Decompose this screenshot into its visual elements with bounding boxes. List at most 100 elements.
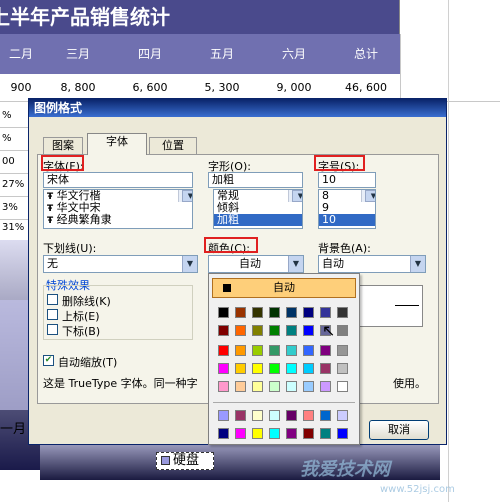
color-swatch[interactable]	[303, 307, 314, 318]
style-list[interactable]: 常规 倾斜 加粗 ▲▼	[213, 189, 303, 229]
color-swatch[interactable]	[320, 428, 331, 439]
chevron-down-icon[interactable]: ▼	[182, 256, 197, 272]
autoscale-label: 自动缩放(T)	[58, 356, 118, 369]
color-swatch[interactable]	[303, 410, 314, 421]
tab-patterns[interactable]: 图案	[43, 137, 83, 155]
color-swatch[interactable]	[269, 325, 280, 336]
auto-color-button[interactable]: 自动	[212, 278, 356, 298]
color-select[interactable]: 自动 ▼	[208, 255, 304, 273]
color-swatch[interactable]	[320, 410, 331, 421]
color-swatch[interactable]	[286, 307, 297, 318]
auto-color-swatch	[223, 284, 231, 292]
color-swatch[interactable]	[218, 381, 229, 392]
font-list-scrollbar[interactable]: ▲▼	[178, 190, 192, 202]
color-swatch[interactable]	[337, 325, 348, 336]
color-swatch[interactable]	[252, 410, 263, 421]
color-swatch[interactable]	[218, 325, 229, 336]
underline-select[interactable]: 无 ▼	[43, 255, 198, 273]
color-swatch[interactable]	[337, 363, 348, 374]
color-swatch[interactable]	[235, 428, 246, 439]
cancel-button[interactable]: 取消	[369, 420, 429, 440]
color-swatch[interactable]	[286, 345, 297, 356]
color-swatch[interactable]	[337, 428, 348, 439]
tab-placement[interactable]: 位置	[149, 137, 197, 155]
bg-color-select[interactable]: 自动 ▼	[318, 255, 426, 273]
size-input[interactable]: 10	[318, 172, 376, 188]
color-swatch[interactable]	[320, 345, 331, 356]
font-input[interactable]: 宋体	[43, 172, 193, 188]
color-swatch[interactable]	[235, 307, 246, 318]
color-swatch[interactable]	[303, 345, 314, 356]
color-swatch[interactable]	[218, 345, 229, 356]
subscript-checkbox[interactable]	[47, 324, 58, 335]
color-swatch[interactable]	[337, 307, 348, 318]
highlight-box	[41, 155, 84, 171]
color-swatch[interactable]	[252, 381, 263, 392]
chart-legend[interactable]: 硬盘	[156, 452, 214, 470]
grid-spacer	[0, 0, 1, 1]
color-swatch[interactable]	[252, 307, 263, 318]
color-swatch[interactable]	[218, 428, 229, 439]
watermark: 我爱技术网	[300, 459, 390, 480]
color-swatch[interactable]	[303, 428, 314, 439]
color-swatch[interactable]	[252, 428, 263, 439]
color-swatch[interactable]	[252, 325, 263, 336]
strikethrough-checkbox[interactable]	[47, 294, 58, 305]
scroll-down-icon[interactable]: ▼	[182, 190, 192, 202]
color-swatch[interactable]	[286, 325, 297, 336]
color-swatch[interactable]	[303, 363, 314, 374]
legend-label: 硬盘	[173, 453, 200, 468]
tab-font[interactable]: 字体	[87, 133, 147, 155]
color-swatch[interactable]	[303, 381, 314, 392]
scroll-down-icon[interactable]: ▼	[365, 190, 375, 202]
style-input[interactable]: 加粗	[208, 172, 303, 188]
color-swatch[interactable]	[269, 363, 280, 374]
size-list-scrollbar[interactable]: ▲▼	[361, 190, 375, 202]
strikethrough-label: 删除线(K)	[62, 295, 111, 308]
header-cell-jun: 六月	[281, 47, 306, 61]
color-swatch[interactable]	[269, 381, 280, 392]
color-swatch[interactable]	[337, 410, 348, 421]
color-swatch[interactable]	[235, 381, 246, 392]
color-swatch[interactable]	[269, 345, 280, 356]
color-swatch[interactable]	[235, 363, 246, 374]
size-list-item-selected[interactable]: 10	[319, 214, 375, 226]
color-swatch[interactable]	[252, 345, 263, 356]
color-swatch[interactable]	[286, 410, 297, 421]
scroll-down-icon[interactable]: ▼	[292, 190, 302, 202]
color-swatch[interactable]	[218, 363, 229, 374]
superscript-checkbox[interactable]	[47, 309, 58, 320]
sheet-title: 上半年产品销售统计	[0, 0, 400, 34]
color-swatch[interactable]	[303, 325, 314, 336]
chevron-down-icon[interactable]: ▼	[288, 256, 303, 272]
color-swatch[interactable]	[252, 363, 263, 374]
color-swatch[interactable]	[320, 307, 331, 318]
legend-swatch	[161, 456, 170, 465]
color-swatch[interactable]	[269, 410, 280, 421]
font-list[interactable]: Ŧ 华文行楷 Ŧ 华文中宋 Ŧ 经典繁角隶 ▲▼	[43, 189, 193, 229]
color-swatch[interactable]	[235, 325, 246, 336]
font-list-item[interactable]: Ŧ 经典繁角隶	[44, 214, 192, 227]
color-swatch[interactable]	[337, 381, 348, 392]
color-swatch[interactable]	[269, 428, 280, 439]
color-swatch[interactable]	[218, 410, 229, 421]
color-swatch[interactable]	[320, 381, 331, 392]
subscript-label: 下标(B)	[62, 325, 101, 338]
palette-separator	[213, 402, 355, 403]
color-swatch[interactable]	[235, 345, 246, 356]
color-swatch[interactable]	[286, 363, 297, 374]
highlight-box	[314, 155, 365, 171]
color-swatch[interactable]	[235, 410, 246, 421]
color-swatch[interactable]	[218, 307, 229, 318]
color-swatch[interactable]	[337, 345, 348, 356]
style-list-scrollbar[interactable]: ▲▼	[288, 190, 302, 202]
color-swatch[interactable]	[320, 363, 331, 374]
color-swatch[interactable]	[286, 428, 297, 439]
size-list[interactable]: 8 9 10 ▲▼	[318, 189, 376, 229]
color-swatch[interactable]	[286, 381, 297, 392]
header-cell-total: 总计	[353, 47, 378, 61]
chevron-down-icon[interactable]: ▼	[410, 256, 425, 272]
color-swatch[interactable]	[269, 307, 280, 318]
autoscale-checkbox[interactable]: ✔	[43, 355, 54, 366]
style-list-item-selected[interactable]: 加粗	[214, 214, 302, 226]
